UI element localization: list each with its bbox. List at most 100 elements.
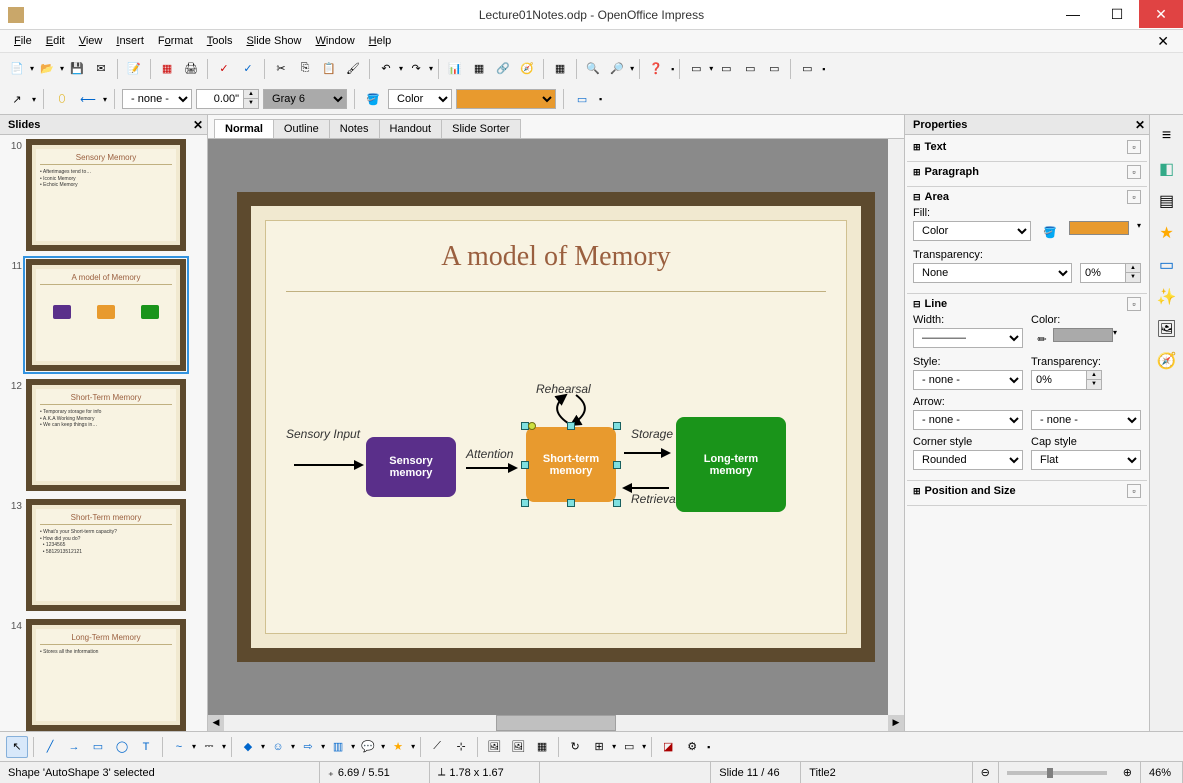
text-tool[interactable]: T (135, 736, 157, 758)
doc-close-button[interactable]: ✕ (1151, 31, 1175, 52)
canvas-area[interactable]: A model of Memory Sensory Input Attentio… (208, 139, 904, 715)
help-button[interactable]: ❓ (645, 58, 667, 80)
fill-picker-icon[interactable]: 🪣 (1039, 221, 1061, 243)
master-deck-icon[interactable]: ▤ (1156, 191, 1178, 213)
status-slide[interactable]: Slide 11 / 46 (711, 762, 801, 783)
gallery-deck-icon[interactable]: 🖼 (1156, 319, 1178, 341)
status-insert-mode[interactable] (540, 762, 711, 783)
star-deck-icon[interactable]: ★ (1156, 223, 1178, 245)
undo-button[interactable]: ↶ (375, 58, 397, 80)
flowchart-tool[interactable]: ▥ (327, 736, 349, 758)
lw-up[interactable]: ▲ (244, 90, 258, 99)
slide-layout-button[interactable]: ▭ (739, 58, 761, 80)
corner-style-select[interactable]: Rounded (913, 450, 1023, 470)
points-tool[interactable]: ⟋ (426, 736, 448, 758)
label-retrieval[interactable]: Retrieval (631, 492, 678, 506)
block-arrows-tool[interactable]: ⇨ (297, 736, 319, 758)
resize-handle[interactable] (521, 499, 529, 507)
fill-color-swatch[interactable] (1069, 221, 1129, 235)
menu-format[interactable]: Format (152, 33, 199, 49)
new-button[interactable]: 📄 (6, 58, 28, 80)
from-file-tool[interactable]: 🖼 (507, 736, 529, 758)
tb2-overflow[interactable]: ▪ (599, 94, 602, 104)
nav-deck-icon[interactable]: 🧭 (1156, 351, 1178, 373)
close-button[interactable]: ✕ (1139, 0, 1183, 28)
label-attention[interactable]: Attention (466, 447, 513, 461)
search-dropdown[interactable]: ▾ (630, 64, 634, 73)
box-shortterm-selected[interactable]: Short-term memory (526, 427, 616, 502)
maximize-button[interactable]: ☐ (1095, 0, 1139, 28)
line-endstyle-button[interactable]: ⟵ (77, 88, 99, 110)
fill-type-select[interactable]: Color (913, 221, 1031, 241)
box-longterm[interactable]: Long-term memory (676, 417, 786, 512)
slide-thumb[interactable]: 14 Long-Term Memory• Stores all the info… (4, 619, 203, 731)
redo-dropdown[interactable]: ▾ (429, 64, 433, 73)
more-area[interactable]: ▫ (1127, 190, 1141, 204)
hyperlink-button[interactable]: 🔗 (492, 58, 514, 80)
cap-style-select[interactable]: Flat (1031, 450, 1141, 470)
lt-up[interactable]: ▲ (1087, 371, 1101, 380)
props-deck-icon[interactable]: ◧ (1156, 159, 1178, 181)
line-width-select[interactable]: ———— (913, 328, 1023, 348)
anim-deck-icon[interactable]: ▭ (1156, 255, 1178, 277)
slide-list[interactable]: 10 Sensory Memory• Afterimages tend to…•… (0, 135, 207, 731)
ellipse-tool[interactable]: ◯ (111, 736, 133, 758)
zoom-out-button[interactable]: ⊖ (973, 762, 999, 783)
line-highlight-button[interactable]: ⬯ (51, 88, 73, 110)
tr-up[interactable]: ▲ (1126, 264, 1140, 273)
transparency-input[interactable] (1080, 263, 1126, 283)
more-pos[interactable]: ▫ (1127, 484, 1141, 498)
stars-tool[interactable]: ★ (387, 736, 409, 758)
export-pdf-button[interactable]: ▦ (156, 58, 178, 80)
line-width-input[interactable] (196, 89, 244, 109)
arrow-style-button[interactable]: ↗ (6, 88, 28, 110)
line-color-icon[interactable]: ✏ (1031, 328, 1053, 350)
line-color-select[interactable]: Gray 6 (263, 89, 347, 109)
menu-window[interactable]: Window (310, 33, 361, 49)
zoom-slider[interactable] (1007, 771, 1107, 775)
curve-tool[interactable]: ~ (168, 736, 190, 758)
menu-help[interactable]: Help (363, 33, 398, 49)
resize-handle[interactable] (613, 422, 621, 430)
arrow-shape[interactable] (624, 487, 669, 489)
arrow-style-dropdown[interactable]: ▾ (32, 95, 36, 104)
tab-outline[interactable]: Outline (273, 119, 330, 138)
label-sensory-input[interactable]: Sensory Input (286, 427, 360, 441)
slides-panel-close[interactable]: ✕ (193, 118, 203, 132)
line-style-select2[interactable]: - none - (913, 370, 1023, 390)
interaction-tool[interactable]: ⚙ (681, 736, 703, 758)
new-dropdown[interactable]: ▾ (30, 64, 34, 73)
tab-notes[interactable]: Notes (329, 119, 380, 138)
line-trans-input[interactable] (1031, 370, 1087, 390)
fill-color-select[interactable] (456, 89, 556, 109)
h-scrollbar[interactable]: ◀ ▶ (208, 715, 904, 731)
fontwork-tool[interactable]: 🖼 (483, 736, 505, 758)
menu-edit[interactable]: Edit (40, 33, 71, 49)
box-sensory[interactable]: Sensory memory (366, 437, 456, 497)
edit-file-button[interactable]: 📝 (123, 58, 145, 80)
gluepoints-tool[interactable]: ⊹ (450, 736, 472, 758)
print-button[interactable]: 🖨 (180, 58, 202, 80)
fill-type-select[interactable]: Color (388, 89, 452, 109)
extrusion-tool[interactable]: ◪ (657, 736, 679, 758)
tr-down[interactable]: ▼ (1126, 273, 1140, 282)
line-tool[interactable]: ╱ (39, 736, 61, 758)
slide-dropdown[interactable]: ▾ (709, 64, 713, 73)
duplicate-slide-button[interactable]: ▭ (763, 58, 785, 80)
more-para[interactable]: ▫ (1127, 165, 1141, 179)
arrow-shape[interactable] (466, 467, 516, 469)
symbol-shapes-tool[interactable]: ☺ (267, 736, 289, 758)
line-endstyle-dropdown[interactable]: ▾ (103, 95, 107, 104)
copy-button[interactable]: ⎘ (294, 58, 316, 80)
zoom-button[interactable]: 🔍 (582, 58, 604, 80)
table-button[interactable]: ▦ (468, 58, 490, 80)
arrow-start-select[interactable]: - none - (913, 410, 1023, 430)
select-tool[interactable]: ↖ (6, 736, 28, 758)
zoom-in-button[interactable]: ⊕ (1115, 762, 1141, 783)
open-dropdown[interactable]: ▾ (60, 64, 64, 73)
rotate-tool[interactable]: ↻ (564, 736, 586, 758)
email-button[interactable]: ✉ (90, 58, 112, 80)
area-style-button[interactable]: 🪣 (362, 88, 384, 110)
tab-normal[interactable]: Normal (214, 119, 274, 138)
tab-handout[interactable]: Handout (379, 119, 443, 138)
